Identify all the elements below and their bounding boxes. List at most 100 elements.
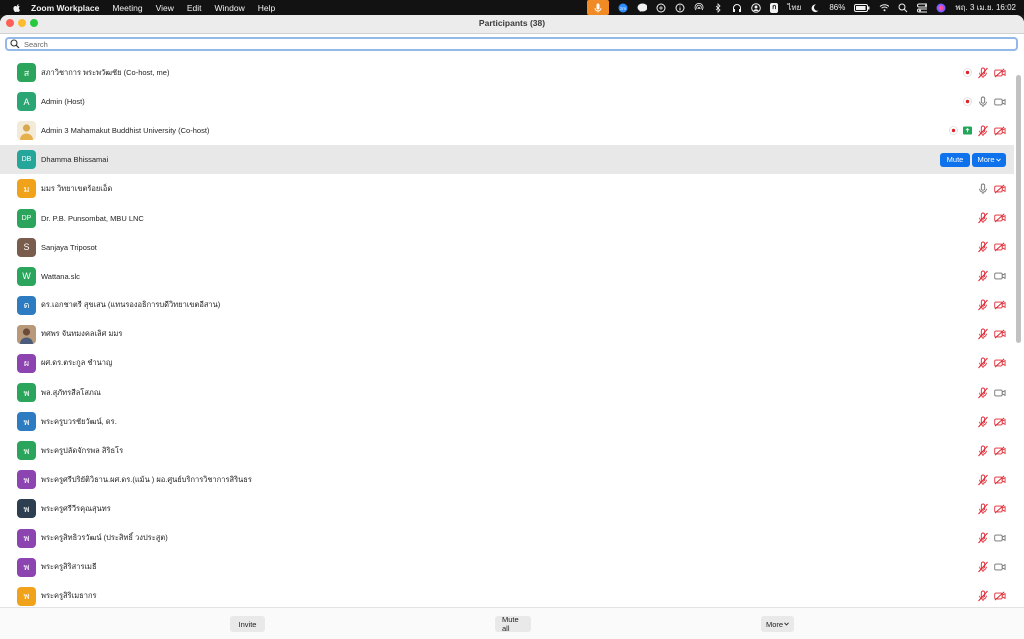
microphone-muted-icon[interactable] xyxy=(977,445,989,457)
apple-icon[interactable] xyxy=(12,3,22,13)
video-camera-off-icon[interactable] xyxy=(994,503,1006,515)
video-camera-off-icon[interactable] xyxy=(994,328,1006,340)
participant-row[interactable]: A Admin (Host) xyxy=(0,87,1014,116)
user-account-icon[interactable] xyxy=(751,2,761,13)
video-camera-off-icon[interactable] xyxy=(994,299,1006,311)
microphone-muted-icon[interactable] xyxy=(977,532,989,544)
microphone-muted-icon[interactable] xyxy=(977,212,989,224)
menu-window[interactable]: Window xyxy=(215,3,245,13)
participant-more-button[interactable]: More xyxy=(972,152,1006,167)
video-camera-off-icon[interactable] xyxy=(994,445,1006,457)
video-camera-off-icon[interactable] xyxy=(994,416,1006,428)
microphone-muted-icon[interactable] xyxy=(977,357,989,369)
headphones-icon[interactable] xyxy=(732,3,742,13)
menu-edit[interactable]: Edit xyxy=(187,3,202,13)
participant-row[interactable]: พ พระครูสิทธิวรวัฒน์ (ประสิทธิ์ วงประสูต) xyxy=(0,524,1014,553)
search-box[interactable] xyxy=(5,37,1018,51)
zoom-app-icon[interactable]: zm xyxy=(618,3,628,13)
participant-row[interactable]: ทศพร จันทมงคลเลิศ มมร xyxy=(0,320,1014,349)
participant-row[interactable]: พ พล.สุภัทรสีลโสภณ xyxy=(0,378,1014,407)
participant-row[interactable]: พ พระครูสิริเมธากร xyxy=(0,582,1014,606)
participant-row[interactable]: พ พระครูบวรชัยวัฒน์, ดร. xyxy=(0,407,1014,436)
video-camera-icon[interactable] xyxy=(994,96,1006,108)
scrollbar[interactable] xyxy=(1016,75,1021,623)
participant-row[interactable]: ด ดร.เอกชาตรี สุขเสน (แทนรองอธิการบดีวิทย… xyxy=(0,291,1014,320)
spotlight-search-icon[interactable] xyxy=(898,3,908,13)
video-camera-off-icon[interactable] xyxy=(994,67,1006,79)
participant-row[interactable]: ม มมร วิทยาเขตร้อยเอ็ด xyxy=(0,174,1014,203)
microphone-muted-icon[interactable] xyxy=(977,387,989,399)
participant-row[interactable]: พ พระครูศรีปริยัติวิธาน.ผศ.ดร.(แม้น ) ผอ.… xyxy=(0,465,1014,494)
microphone-muted-icon[interactable] xyxy=(977,416,989,428)
circle-app-icon[interactable] xyxy=(656,3,666,13)
microphone-muted-icon[interactable] xyxy=(977,503,989,515)
wifi-icon[interactable] xyxy=(879,3,890,13)
date-time[interactable]: พฤ. 3 เม.ย. 16:02 xyxy=(955,1,1016,14)
info-icon[interactable] xyxy=(675,3,685,13)
battery-percentage[interactable]: 86% xyxy=(829,3,845,12)
microphone-muted-icon[interactable] xyxy=(977,474,989,486)
video-camera-off-icon[interactable] xyxy=(994,183,1006,195)
search-input[interactable] xyxy=(24,39,1004,49)
video-camera-off-icon[interactable] xyxy=(994,590,1006,602)
participant-name: Sanjaya Triposot xyxy=(41,242,97,252)
menu-meeting[interactable]: Meeting xyxy=(112,3,142,13)
microphone-muted-icon[interactable] xyxy=(977,590,989,602)
participant-row[interactable]: พ พระครูศรีวีรคุณสุนทร xyxy=(0,494,1014,523)
bluetooth-icon[interactable] xyxy=(713,2,723,13)
siri-icon[interactable] xyxy=(936,3,946,13)
participant-row[interactable]: Admin 3 Mahamakut Buddhist University (C… xyxy=(0,116,1014,145)
video-camera-off-icon[interactable] xyxy=(994,357,1006,369)
microphone-muted-icon[interactable] xyxy=(977,241,989,253)
window-maximize-button[interactable] xyxy=(30,19,38,27)
recording-icon xyxy=(963,96,972,108)
participant-status-icons xyxy=(977,174,1006,203)
video-camera-off-icon[interactable] xyxy=(994,212,1006,224)
window-close-button[interactable] xyxy=(6,19,14,27)
invite-button[interactable]: Invite xyxy=(230,616,265,632)
participant-list[interactable]: ส สภาวิชาการ พระพวัฒชัย (Co-host, me) A Adm… xyxy=(0,58,1014,606)
menu-view[interactable]: View xyxy=(156,3,174,13)
participant-row[interactable]: ผ ผศ.ดร.ตระกูล ชำนาญ xyxy=(0,349,1014,378)
video-camera-icon[interactable] xyxy=(994,561,1006,573)
line-app-icon[interactable] xyxy=(637,3,648,13)
video-camera-off-icon[interactable] xyxy=(994,474,1006,486)
moon-icon[interactable] xyxy=(810,3,820,13)
microphone-muted-icon[interactable] xyxy=(977,125,989,137)
microphone-icon[interactable] xyxy=(977,96,989,108)
video-camera-off-icon[interactable] xyxy=(994,125,1006,137)
scrollbar-thumb[interactable] xyxy=(1016,75,1021,343)
participant-name: Dr. P.B. Punsombat, MBU LNC xyxy=(41,213,144,223)
microphone-muted-icon[interactable] xyxy=(977,561,989,573)
menu-app-name[interactable]: Zoom Workplace xyxy=(31,3,99,13)
airdrop-icon[interactable] xyxy=(694,2,704,13)
input-source-badge[interactable]: ก xyxy=(770,2,779,13)
input-source-label[interactable]: ไทย xyxy=(787,1,801,14)
microphone-muted-icon[interactable] xyxy=(977,270,989,282)
participant-row[interactable]: S Sanjaya Triposot xyxy=(0,233,1014,262)
video-camera-off-icon[interactable] xyxy=(994,241,1006,253)
participant-row[interactable]: พ พระครูปลัดจักรพล สิริธโร xyxy=(0,436,1014,465)
participant-status-icons xyxy=(963,87,1006,116)
control-center-icon[interactable] xyxy=(917,3,928,13)
video-camera-icon[interactable] xyxy=(994,532,1006,544)
microphone-muted-icon[interactable] xyxy=(977,328,989,340)
window-minimize-button[interactable] xyxy=(18,19,26,27)
microphone-muted-icon[interactable] xyxy=(977,299,989,311)
menu-help[interactable]: Help xyxy=(258,3,275,13)
microphone-in-use-icon[interactable] xyxy=(587,0,610,15)
participant-row[interactable]: DP Dr. P.B. Punsombat, MBU LNC xyxy=(0,203,1014,232)
mute-all-button[interactable]: Mute all xyxy=(495,615,531,633)
participant-row[interactable]: พ พระครูสิริสารเมธี xyxy=(0,553,1014,582)
video-camera-icon[interactable] xyxy=(994,387,1006,399)
more-menu-button[interactable]: More xyxy=(761,616,794,632)
microphone-muted-icon[interactable] xyxy=(977,67,989,79)
participant-row[interactable]: DB Dhamma Bhissamai Mute More xyxy=(0,145,1014,175)
participant-row[interactable]: ส สภาวิชาการ พระพวัฒชัย (Co-host, me) xyxy=(0,58,1014,87)
battery-icon[interactable] xyxy=(854,3,870,13)
participant-row[interactable]: W Wattana.slc xyxy=(0,262,1014,291)
title-bar[interactable]: Participants (38) xyxy=(0,15,1024,33)
participant-mute-button[interactable]: Mute xyxy=(940,152,970,167)
microphone-icon[interactable] xyxy=(977,183,989,195)
video-camera-icon[interactable] xyxy=(994,270,1006,282)
